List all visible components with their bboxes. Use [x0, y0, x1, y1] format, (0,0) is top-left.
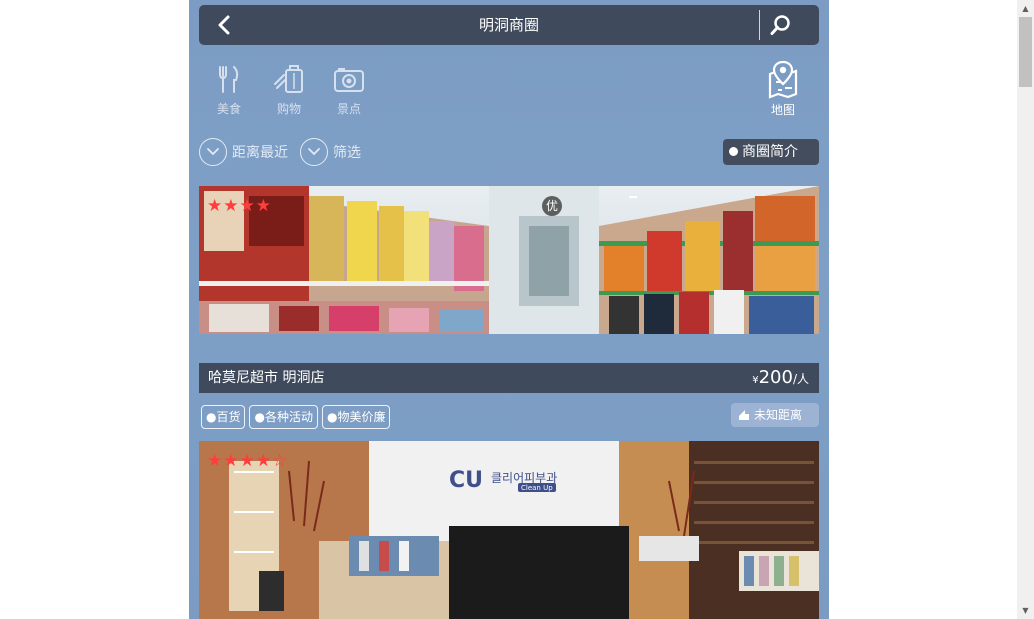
dot-icon [729, 146, 738, 156]
search-icon[interactable] [770, 14, 792, 36]
tag: ●百货 [201, 405, 246, 429]
listing-title-bar[interactable]: 哈莫尼超市 明洞店 ¥200/人 [199, 363, 819, 393]
filter-label: 筛选 [333, 145, 361, 161]
filter-dropdown[interactable]: 筛选 [300, 137, 361, 167]
district-intro-label: 商圈简介 [742, 144, 798, 160]
preferred-badge: 优 [542, 196, 562, 216]
district-intro-button[interactable]: 商圈简介 [723, 139, 819, 165]
distance-label: 未知距离 [754, 408, 803, 422]
supermarket-shelves-photo [199, 186, 819, 334]
star-icon: ★ [239, 196, 256, 216]
chevron-down-icon [300, 138, 328, 166]
scroll-down-icon[interactable]: ▼ [1017, 602, 1034, 619]
category-sights-label: 景点 [336, 102, 361, 116]
star-icon: ★ [223, 196, 240, 216]
tag: ●各种活动 [249, 405, 318, 429]
fork-knife-icon [219, 66, 239, 93]
map-label: 地图 [770, 103, 795, 117]
map-button[interactable]: 地图 [759, 60, 807, 118]
star-icon: ★ [239, 451, 256, 471]
category-shopping-label: 购物 [276, 102, 301, 116]
listing-price: ¥200/人 [752, 363, 809, 396]
price-value: 200 [758, 367, 793, 388]
top-nav-bar: 明洞商圈 [199, 5, 819, 45]
tag: ●物美价廉 [321, 405, 391, 429]
divider [759, 10, 760, 40]
location-arrow-icon [739, 409, 749, 420]
clinic-logo-text: 클리어피부과 [491, 471, 557, 485]
star-icon: ★ [255, 196, 272, 216]
star-icon: ★ [255, 451, 272, 471]
listing-name: 哈莫尼超市 明洞店 [208, 370, 325, 386]
camera-icon [334, 68, 364, 92]
page-title: 明洞商圈 [478, 16, 539, 34]
clinic-reception-photo: CU 클리어피부과 Clean Up [199, 441, 819, 619]
star-outline-icon: ☆ [272, 451, 289, 471]
page-scrollbar[interactable]: ▲ ▼ [1017, 0, 1034, 619]
star-icon: ★ [207, 196, 224, 216]
map-pin-icon [768, 60, 798, 99]
rating-stars: ★★★★ [207, 196, 272, 216]
category-shopping[interactable]: 购物 [267, 64, 311, 117]
distance-badge: 未知距离 [731, 403, 819, 427]
chevron-down-icon [199, 138, 227, 166]
listing-tags: ●百货 ●各种活动 ●物美价廉 [201, 405, 391, 429]
category-sights[interactable]: 景点 [327, 64, 371, 117]
listing-image-1[interactable]: ★★★★ 优 [199, 186, 819, 334]
clinic-logo-tag: Clean Up [521, 484, 553, 492]
star-icon: ★ [223, 451, 240, 471]
sort-distance-dropdown[interactable]: 距离最近 [199, 137, 288, 167]
price-unit: /人 [792, 372, 809, 386]
star-icon: ★ [207, 451, 224, 471]
clinic-logo-mark: CU [449, 468, 483, 493]
suitcase-icon [274, 65, 303, 93]
category-food[interactable]: 美食 [207, 64, 251, 117]
rating-stars: ★★★★☆ [207, 451, 288, 471]
scroll-thumb[interactable] [1019, 17, 1032, 87]
sort-label: 距离最近 [232, 145, 288, 161]
scroll-up-icon[interactable]: ▲ [1017, 0, 1034, 17]
app-viewport: 明洞商圈 美食 购物 景点 地图 距离最近 筛选 商圈简介 ★★★★ 优 哈莫尼… [189, 0, 829, 619]
category-food-label: 美食 [216, 102, 241, 116]
listing-image-2[interactable]: CU 클리어피부과 Clean Up ★★★★☆ [199, 441, 819, 619]
